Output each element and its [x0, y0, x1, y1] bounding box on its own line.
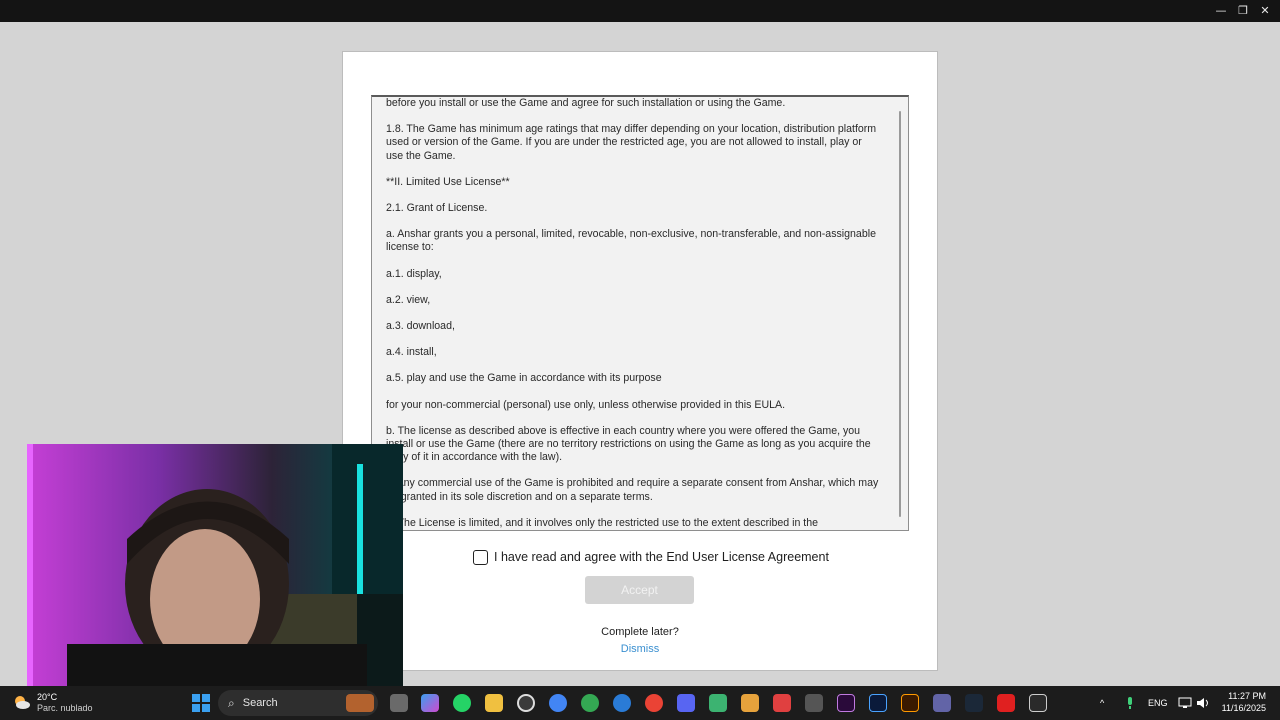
taskbar-app-spreadsheet-icon[interactable] — [709, 694, 727, 712]
taskbar-app-tool-icon[interactable] — [805, 694, 823, 712]
eula-paragraph: a.5. play and use the Game in accordance… — [386, 372, 662, 385]
taskbar-app-steam-icon[interactable] — [965, 694, 983, 712]
eula-paragraph: a. Anshar grants you a personal, limited… — [386, 228, 876, 254]
taskbar-app-illustrator-icon[interactable] — [901, 694, 919, 712]
taskbar-app-discord-icon[interactable] — [677, 694, 695, 712]
taskbar-app-launcher-icon[interactable] — [997, 694, 1015, 712]
tray-chevron-icon[interactable]: ^ — [1100, 686, 1104, 720]
search-placeholder: Search — [242, 697, 278, 709]
eula-paragraph: before you install or use the Game and a… — [386, 97, 786, 109]
taskbar-app-photoshop-icon[interactable] — [869, 694, 887, 712]
windows-start-icon[interactable] — [192, 694, 210, 712]
taskbar-app-folder-icon[interactable] — [485, 694, 503, 712]
weather-temp: 20°C — [37, 692, 58, 702]
clock-time: 11:27 PM — [1228, 691, 1266, 701]
taskbar-app-media-icon[interactable] — [773, 694, 791, 712]
volume-icon[interactable] — [1196, 686, 1210, 720]
eula-paragraph: c. Any commercial use of the Game is pro… — [386, 477, 879, 503]
taskbar-app-teams-icon[interactable] — [933, 694, 951, 712]
taskbar-app-chrome-icon[interactable] — [549, 694, 567, 712]
taskbar-app-premiere-icon[interactable] — [837, 694, 855, 712]
eula-scrollbar[interactable] — [899, 111, 901, 517]
eula-paragraph: a.4. install, — [386, 346, 437, 359]
eula-paragraph: 2.1. Grant of License. — [386, 202, 488, 215]
clock-date: 11/16/2025 — [1221, 703, 1266, 713]
eula-paragraph: d. The License is limited, and it involv… — [386, 516, 819, 529]
taskbar: 20°C Parc. nublado ⌕ Search ^ ENG 11:27 … — [0, 686, 1280, 720]
system-clock[interactable]: 11:27 PM 11/16/2025 — [1222, 690, 1266, 714]
microphone-icon[interactable] — [1125, 686, 1135, 720]
taskbar-app-copilot-icon[interactable] — [421, 694, 439, 712]
complete-later-text: Complete later? — [601, 626, 679, 638]
dismiss-link[interactable]: Dismiss — [590, 643, 690, 655]
webcam-image — [27, 444, 403, 686]
accept-button[interactable]: Accept — [585, 576, 694, 604]
eula-text-box[interactable]: before you install or use the Game and a… — [371, 95, 909, 531]
search-icon: ⌕ — [228, 695, 235, 710]
eula-paragraph: a.3. download, — [386, 320, 455, 333]
maximize-icon[interactable]: ❐ — [1232, 0, 1254, 22]
minimize-icon[interactable]: — — [1210, 0, 1232, 22]
language-indicator[interactable]: ENG — [1148, 686, 1168, 720]
taskbar-app-epic-icon[interactable] — [1029, 694, 1047, 712]
eula-paragraph: a.2. view, — [386, 293, 431, 306]
weather-widget[interactable]: 20°C Parc. nublado — [12, 689, 93, 717]
eula-paragraph: 1.8. The Game has minimum age ratings th… — [386, 123, 877, 162]
taskbar-app-chatgpt-icon[interactable] — [517, 694, 535, 712]
agree-label[interactable]: I have read and agree with the End User … — [494, 550, 829, 564]
taskbar-app-chrome4-icon[interactable] — [645, 694, 663, 712]
eula-text: before you install or use the Game and a… — [386, 97, 881, 530]
taskbar-app-game-icon[interactable] — [346, 694, 374, 712]
eula-paragraph: b. The license as described above is eff… — [386, 424, 871, 464]
taskbar-app-notes-icon[interactable] — [741, 694, 759, 712]
webcam-overlay — [27, 444, 403, 686]
close-icon[interactable]: ✕ — [1254, 0, 1276, 22]
checkbox-icon[interactable] — [473, 549, 488, 565]
window-titlebar: — ❐ ✕ — [0, 0, 1280, 22]
agree-checkbox-row[interactable]: I have read and agree with the End User … — [473, 549, 829, 565]
weather-icon — [12, 693, 32, 713]
eula-paragraph: **II. Limited Use License** — [386, 175, 510, 188]
weather-condition: Parc. nublado — [37, 703, 93, 713]
taskbar-app-whatsapp-icon[interactable] — [453, 694, 471, 712]
eula-paragraph: for your non-commercial (personal) use o… — [386, 398, 786, 411]
taskbar-app-chrome2-icon[interactable] — [581, 694, 599, 712]
network-icon[interactable] — [1178, 686, 1192, 720]
eula-paragraph: a.1. display, — [386, 267, 442, 280]
taskbar-app-explorer-icon[interactable] — [390, 694, 408, 712]
taskbar-app-chrome3-icon[interactable] — [613, 694, 631, 712]
